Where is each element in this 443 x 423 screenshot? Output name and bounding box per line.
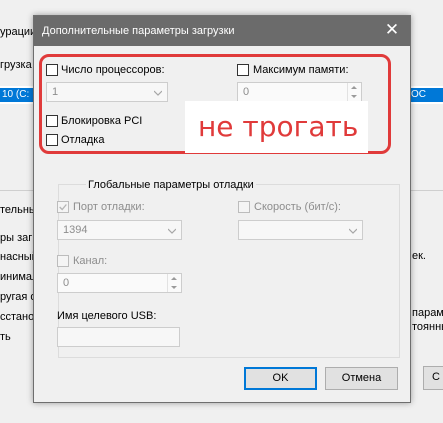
chevron-down-icon bbox=[168, 228, 176, 234]
bg-partial-button[interactable]: С bbox=[423, 366, 443, 390]
close-icon[interactable]: ✕ bbox=[384, 21, 400, 38]
bg-title-fragment: урации bbox=[0, 26, 37, 38]
dialog-titlebar[interactable]: Дополнительные параметры загрузки ✕ bbox=[34, 16, 410, 46]
bg-side-fragment: ть bbox=[0, 331, 11, 343]
channel-checkbox[interactable] bbox=[57, 255, 69, 267]
bg-right-fragment: ек. bbox=[412, 250, 426, 262]
chevron-down-icon bbox=[349, 228, 357, 234]
channel-value: 0 bbox=[63, 277, 70, 289]
bg-boot-list-selected-right[interactable]: ОС bbox=[409, 88, 443, 102]
baud-rate-checkbox[interactable] bbox=[238, 201, 250, 213]
baud-rate-select[interactable] bbox=[238, 220, 363, 240]
bg-tab-fragment[interactable]: грузка bbox=[0, 59, 32, 71]
stepper-arrows-icon[interactable] bbox=[167, 274, 181, 292]
usb-target-input[interactable] bbox=[57, 327, 180, 347]
debug-port-select[interactable]: 1394 bbox=[57, 220, 182, 240]
baud-rate-label: Скорость (бит/с): bbox=[254, 201, 341, 213]
bg-side-fragment[interactable]: ругая о bbox=[0, 291, 37, 303]
annotation-text: не трогать bbox=[198, 110, 359, 143]
global-debug-group-title: Глобальные параметры отладки bbox=[86, 179, 256, 191]
ok-button[interactable]: OK bbox=[244, 367, 317, 390]
checkmark-icon bbox=[59, 204, 67, 211]
debug-port-value: 1394 bbox=[63, 224, 88, 236]
debug-port-label: Порт отладки: bbox=[73, 201, 145, 213]
bg-side-fragment[interactable]: сстано bbox=[0, 311, 34, 323]
cancel-button[interactable]: Отмена bbox=[325, 367, 398, 390]
channel-stepper[interactable]: 0 bbox=[57, 273, 182, 293]
channel-label: Канал: bbox=[73, 255, 108, 267]
bg-right-fragment: парам bbox=[412, 307, 443, 319]
debug-port-checkbox[interactable] bbox=[57, 201, 69, 213]
bg-boot-list-selected[interactable]: 10 (C: bbox=[0, 88, 34, 102]
dialog-title: Дополнительные параметры загрузки bbox=[42, 25, 235, 37]
bg-right-fragment: тоянны bbox=[412, 321, 443, 333]
usb-target-label: Имя целевого USB: bbox=[57, 310, 157, 322]
